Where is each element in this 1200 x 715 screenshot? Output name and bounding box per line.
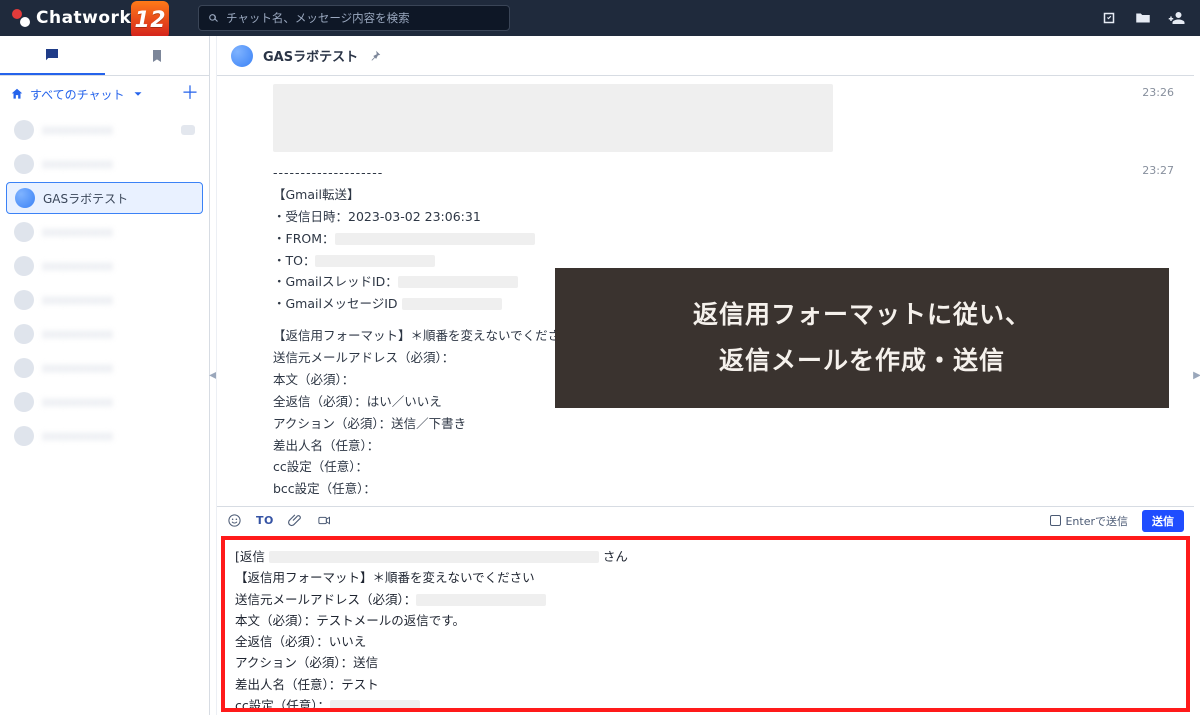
chat-header: GASラボテスト [217, 36, 1194, 76]
unread-badge [181, 125, 195, 135]
avatar [14, 358, 34, 378]
message: 23:26 [233, 84, 1178, 152]
emoji-icon[interactable] [227, 513, 242, 528]
redacted-content [273, 84, 833, 152]
room-title: GASラボテスト [263, 46, 358, 65]
annotation-line: 返信用フォーマットに従い、 [693, 292, 1031, 338]
list-item[interactable]: xxxxxxxxxx [6, 352, 203, 384]
avatar [14, 324, 34, 344]
tab-chats[interactable] [0, 36, 105, 75]
brand-name: Chatwork [36, 8, 131, 28]
video-icon[interactable] [317, 513, 332, 528]
top-bar: Chatwork 12 チャット名、メッセージ内容を検索 [0, 0, 1200, 36]
bookmark-icon [149, 48, 165, 64]
files-icon[interactable] [1134, 9, 1152, 27]
redacted-content [330, 700, 420, 712]
sidebar-filter-label: すべてのチャット [30, 86, 125, 103]
chevron-down-icon [131, 87, 145, 101]
tasks-icon[interactable] [1100, 9, 1118, 27]
redacted-content [315, 255, 435, 267]
list-item[interactable]: xxxxxxxxxx [6, 148, 203, 180]
chat-list: xxxxxxxxxx xxxxxxxxxx GASラボテスト xxxxxxxxx… [0, 112, 209, 715]
redacted-content [398, 276, 518, 288]
compose-input[interactable]: [返信 さん 【返信用フォーマット】＊順番を変えないでください 送信元メールアド… [221, 536, 1190, 712]
avatar [14, 154, 34, 174]
sidebar: すべてのチャット ＋ xxxxxxxxxx xxxxxxxxxx GASラボテス… [0, 36, 210, 715]
avatar [14, 256, 34, 276]
list-item[interactable]: xxxxxxxxxx [6, 284, 203, 316]
search-placeholder: チャット名、メッセージ内容を検索 [226, 10, 410, 26]
brand: Chatwork 12 [12, 0, 198, 39]
collapse-right-handle[interactable]: ▶ [1194, 36, 1200, 715]
sidebar-tabs [0, 36, 209, 76]
list-item[interactable]: xxxxxxxxxx [6, 420, 203, 452]
compose-toolbar: TO Enterで送信 送信 [217, 506, 1194, 534]
avatar [14, 426, 34, 446]
search-input[interactable]: チャット名、メッセージ内容を検索 [198, 5, 510, 31]
pin-icon[interactable] [368, 49, 382, 63]
enter-to-send-toggle[interactable]: Enterで送信 [1050, 513, 1128, 529]
annotation-overlay: 返信用フォーマットに従い、 返信メールを作成・送信 [555, 268, 1169, 408]
avatar [14, 392, 34, 412]
topbar-actions [1100, 9, 1186, 27]
redacted-content [416, 594, 546, 606]
home-icon [10, 87, 24, 101]
new-chat-button[interactable]: ＋ [181, 85, 199, 103]
room-avatar [231, 45, 253, 67]
sidebar-filter[interactable]: すべてのチャット ＋ [0, 76, 209, 112]
annotation-line: 返信メールを作成・送信 [719, 338, 1005, 384]
redacted-content [335, 233, 535, 245]
search-icon [207, 12, 220, 25]
tab-bookmarks[interactable] [105, 36, 210, 75]
message-time: 23:26 [1142, 86, 1174, 99]
list-item[interactable]: xxxxxxxxxx [6, 216, 203, 248]
redacted-content [402, 298, 502, 310]
avatar [15, 188, 35, 208]
avatar [14, 222, 34, 242]
chatwork-logo-icon [12, 9, 30, 27]
message-time: 23:27 [1142, 164, 1174, 177]
to-button[interactable]: TO [256, 514, 274, 527]
list-item[interactable]: xxxxxxxxxx [6, 386, 203, 418]
list-item[interactable]: xxxxxxxxxx [6, 114, 203, 146]
redacted-content [269, 551, 599, 563]
avatar [14, 120, 34, 140]
brand-badge: 12 [131, 1, 169, 39]
list-item-selected[interactable]: GASラボテスト [6, 182, 203, 214]
chat-bubble-icon [43, 46, 61, 64]
send-button[interactable]: 送信 [1142, 510, 1184, 532]
list-item[interactable]: xxxxxxxxxx [6, 318, 203, 350]
list-item[interactable]: xxxxxxxxxx [6, 250, 203, 282]
attach-icon[interactable] [288, 513, 303, 528]
avatar [14, 290, 34, 310]
checkbox-icon [1050, 515, 1061, 526]
add-contact-icon[interactable] [1168, 9, 1186, 27]
